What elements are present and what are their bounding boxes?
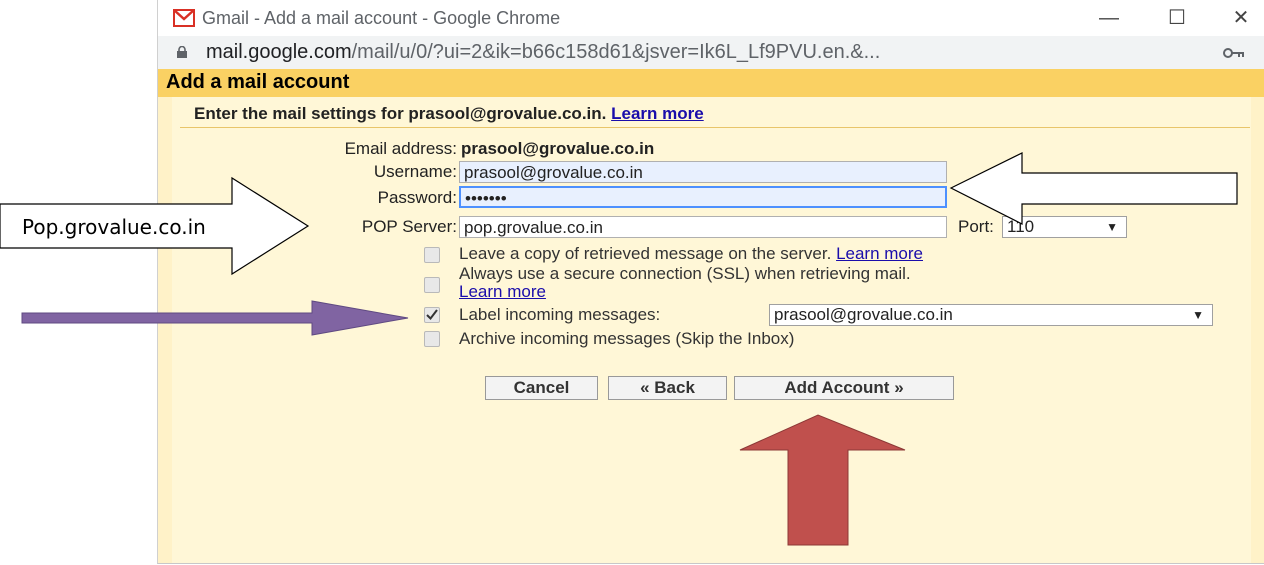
leave-copy-checkbox[interactable] [424, 247, 440, 263]
back-button[interactable]: « Back [608, 376, 727, 400]
label-select[interactable]: prasool@grovalue.co.in ▼ [769, 304, 1213, 326]
chevron-down-icon: ▼ [1106, 220, 1118, 234]
ssl-label: Always use a secure connection (SSL) whe… [459, 264, 911, 283]
url-host: mail.google.com [206, 41, 352, 63]
port-value: 110 [1007, 217, 1035, 236]
pop-server-label: POP Server: [361, 217, 457, 236]
password-label: Password: [377, 188, 457, 207]
dialog-title: Add a mail account [166, 71, 350, 93]
url-path: /mail/u/0/?ui=2&ik=b66c158d61&jsver=Ik6L… [351, 41, 881, 63]
password-input[interactable]: ••••••• [459, 186, 947, 208]
maximize-button[interactable]: ☐ [1157, 2, 1197, 34]
label-select-value: prasool@grovalue.co.in [774, 305, 953, 324]
leave-copy-learn-more-link[interactable]: Learn more [836, 244, 923, 263]
title-bar: Gmail - Add a mail account - Google Chro… [158, 0, 1264, 36]
url-text[interactable]: mail.google.com/mail/u/0/?ui=2&ik=b66c15… [206, 41, 880, 64]
cancel-button[interactable]: Cancel [485, 376, 598, 400]
ssl-option-link-wrap: Learn more [459, 283, 546, 300]
ssl-learn-more-link[interactable]: Learn more [459, 282, 546, 301]
checkmark-icon [426, 309, 438, 321]
settings-panel: Enter the mail settings for prasool@grov… [172, 97, 1251, 563]
email-label: Email address: [344, 139, 457, 158]
leave-copy-label: Leave a copy of retrieved message on the… [459, 244, 832, 263]
gmail-icon [173, 9, 195, 27]
port-label: Port: [958, 217, 994, 236]
chevron-down-icon: ▼ [1192, 308, 1204, 322]
divider [180, 127, 1250, 128]
label-incoming-label: Label incoming messages: [459, 305, 661, 324]
email-value: prasool@grovalue.co.in [461, 139, 655, 158]
close-button[interactable]: ✕ [1221, 2, 1261, 34]
dialog-header: Add a mail account [158, 69, 1264, 97]
browser-window: Gmail - Add a mail account - Google Chro… [157, 0, 1264, 564]
callout-label: Pop.grovalue.co.in [22, 215, 206, 239]
port-select[interactable]: 110 ▼ [1002, 216, 1127, 238]
archive-checkbox[interactable] [424, 331, 440, 347]
username-label: Username: [373, 162, 457, 181]
key-icon[interactable] [1223, 48, 1245, 58]
username-input[interactable]: prasool@grovalue.co.in [459, 161, 947, 183]
intro-message: Enter the mail settings for prasool@grov… [194, 104, 607, 123]
add-account-button[interactable]: Add Account » [734, 376, 954, 400]
leave-copy-option: Leave a copy of retrieved message on the… [459, 245, 923, 262]
minimize-button[interactable]: — [1089, 2, 1129, 34]
ssl-checkbox[interactable] [424, 277, 440, 293]
intro-text: Enter the mail settings for prasool@grov… [194, 104, 704, 124]
archive-label: Archive incoming messages (Skip the Inbo… [459, 329, 795, 348]
address-bar[interactable]: mail.google.com/mail/u/0/?ui=2&ik=b66c15… [158, 36, 1264, 70]
label-incoming-checkbox[interactable] [424, 307, 440, 323]
pop-server-input[interactable]: pop.grovalue.co.in [459, 216, 947, 238]
intro-learn-more-link[interactable]: Learn more [611, 104, 704, 123]
dialog-content: Add a mail account Enter the mail settin… [158, 69, 1264, 563]
lock-icon [177, 46, 187, 58]
window-title: Gmail - Add a mail account - Google Chro… [202, 8, 561, 28]
